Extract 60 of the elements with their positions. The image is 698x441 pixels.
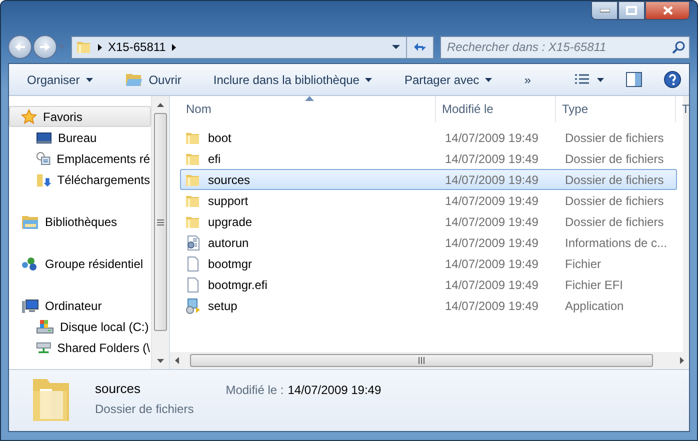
sidebar-item[interactable]: Bibliothèques <box>9 211 151 232</box>
table-cell-text: Informations de c... <box>564 236 668 250</box>
table-cell-text: 14/07/2009 19:49 <box>444 194 540 208</box>
table-cell-text: Dossier de fichiers <box>564 130 665 144</box>
table-cell-text: Dossier de fichiers <box>564 194 665 208</box>
file-row[interactable]: support 14/07/2009 19:49 Dossier de fichiers <box>180 190 677 211</box>
more-button[interactable]: » <box>520 68 535 92</box>
table-cell-text: 14/07/2009 19:49 <box>444 298 540 312</box>
address-bar[interactable]: X15-65811 <box>71 36 434 58</box>
sidebar-item[interactable]: Disque local (C:) <box>9 316 151 337</box>
table-cell-text: 14/07/2009 19:49 <box>444 278 540 292</box>
table-cell-text: 14/07/2009 19:49 <box>444 214 540 228</box>
file-name: upgrade <box>208 214 252 228</box>
file-name: efi <box>208 152 221 166</box>
toolbar-menu-button[interactable]: Organiser <box>23 68 97 92</box>
table-cell-text: 14/07/2009 19:49 <box>444 256 540 270</box>
table-cell-text: Fichier EFI <box>564 278 624 292</box>
file-row[interactable]: upgrade 14/07/2009 19:49 Dossier de fichiers <box>180 211 677 232</box>
modified-label: Modifié le : <box>226 383 284 397</box>
toolbar-menu-button[interactable]: Partager avec <box>400 68 496 92</box>
file-name: sources <box>208 172 250 186</box>
sidebar-item[interactable]: Favoris <box>9 106 151 127</box>
file-name: autorun <box>208 236 249 250</box>
table-cell-text: Fichier <box>564 256 602 270</box>
file-row[interactable]: setup 14/07/2009 19:49 Application <box>180 295 677 316</box>
sidebar-item[interactable]: Emplacements ré <box>9 148 151 169</box>
column-header[interactable]: Modifié le <box>436 96 556 122</box>
file-row[interactable]: boot 14/07/2009 19:49 Dossier de fichiers <box>180 127 677 148</box>
file-name: bootmgr.efi <box>208 278 268 292</box>
table-cell-text: 14/07/2009 19:49 <box>444 236 540 250</box>
file-name: bootmgr <box>208 256 252 270</box>
file-name: setup <box>208 298 238 312</box>
file-row[interactable]: bootmgr 14/07/2009 19:49 Fichier <box>180 253 677 274</box>
sidebar-item[interactable]: Groupe résidentiel <box>9 253 151 274</box>
table-cell-text: Application <box>564 298 625 312</box>
sidebar-item[interactable]: Shared Folders (\ <box>9 337 151 358</box>
breadcrumb[interactable]: X15-65811 <box>108 40 166 54</box>
table-cell-text: Dossier de fichiers <box>564 172 665 186</box>
toolbar-menu-button[interactable]: Inclure dans la bibliothèque <box>209 68 376 92</box>
file-row[interactable]: sources 14/07/2009 19:49 Dossier de fichiers <box>180 169 677 190</box>
sidebar-item[interactable]: Téléchargements <box>9 169 151 190</box>
file-name: support <box>208 194 248 208</box>
selected-item-type: Dossier de fichiers <box>95 402 194 416</box>
table-cell-text: 14/07/2009 19:49 <box>444 130 540 144</box>
search-field[interactable]: Rechercher dans : X15-65811 <box>440 36 690 58</box>
table-cell-text: 14/07/2009 19:49 <box>444 152 540 166</box>
file-row[interactable]: autorun 14/07/2009 19:49 Informations de c... <box>180 232 677 253</box>
sidebar-item[interactable]: Ordinateur <box>9 295 151 316</box>
table-cell-text: Dossier de fichiers <box>564 152 665 166</box>
table-cell-text: 14/07/2009 19:49 <box>444 172 540 186</box>
file-row[interactable]: efi 14/07/2009 19:49 Dossier de fichiers <box>180 148 677 169</box>
file-row[interactable]: bootmgr.efi 14/07/2009 19:49 Fichier EFI <box>180 274 677 295</box>
sidebar-item[interactable]: Bureau <box>9 127 151 148</box>
file-name: boot <box>208 130 232 144</box>
table-cell-text: Dossier de fichiers <box>564 214 665 228</box>
open-button[interactable]: Ouvrir <box>120 68 186 92</box>
column-header[interactable]: T <box>676 96 690 122</box>
modified-value: 14/07/2009 19:49 <box>288 383 382 397</box>
selected-item-name: sources <box>95 381 142 396</box>
column-header[interactable]: Type <box>556 96 676 122</box>
